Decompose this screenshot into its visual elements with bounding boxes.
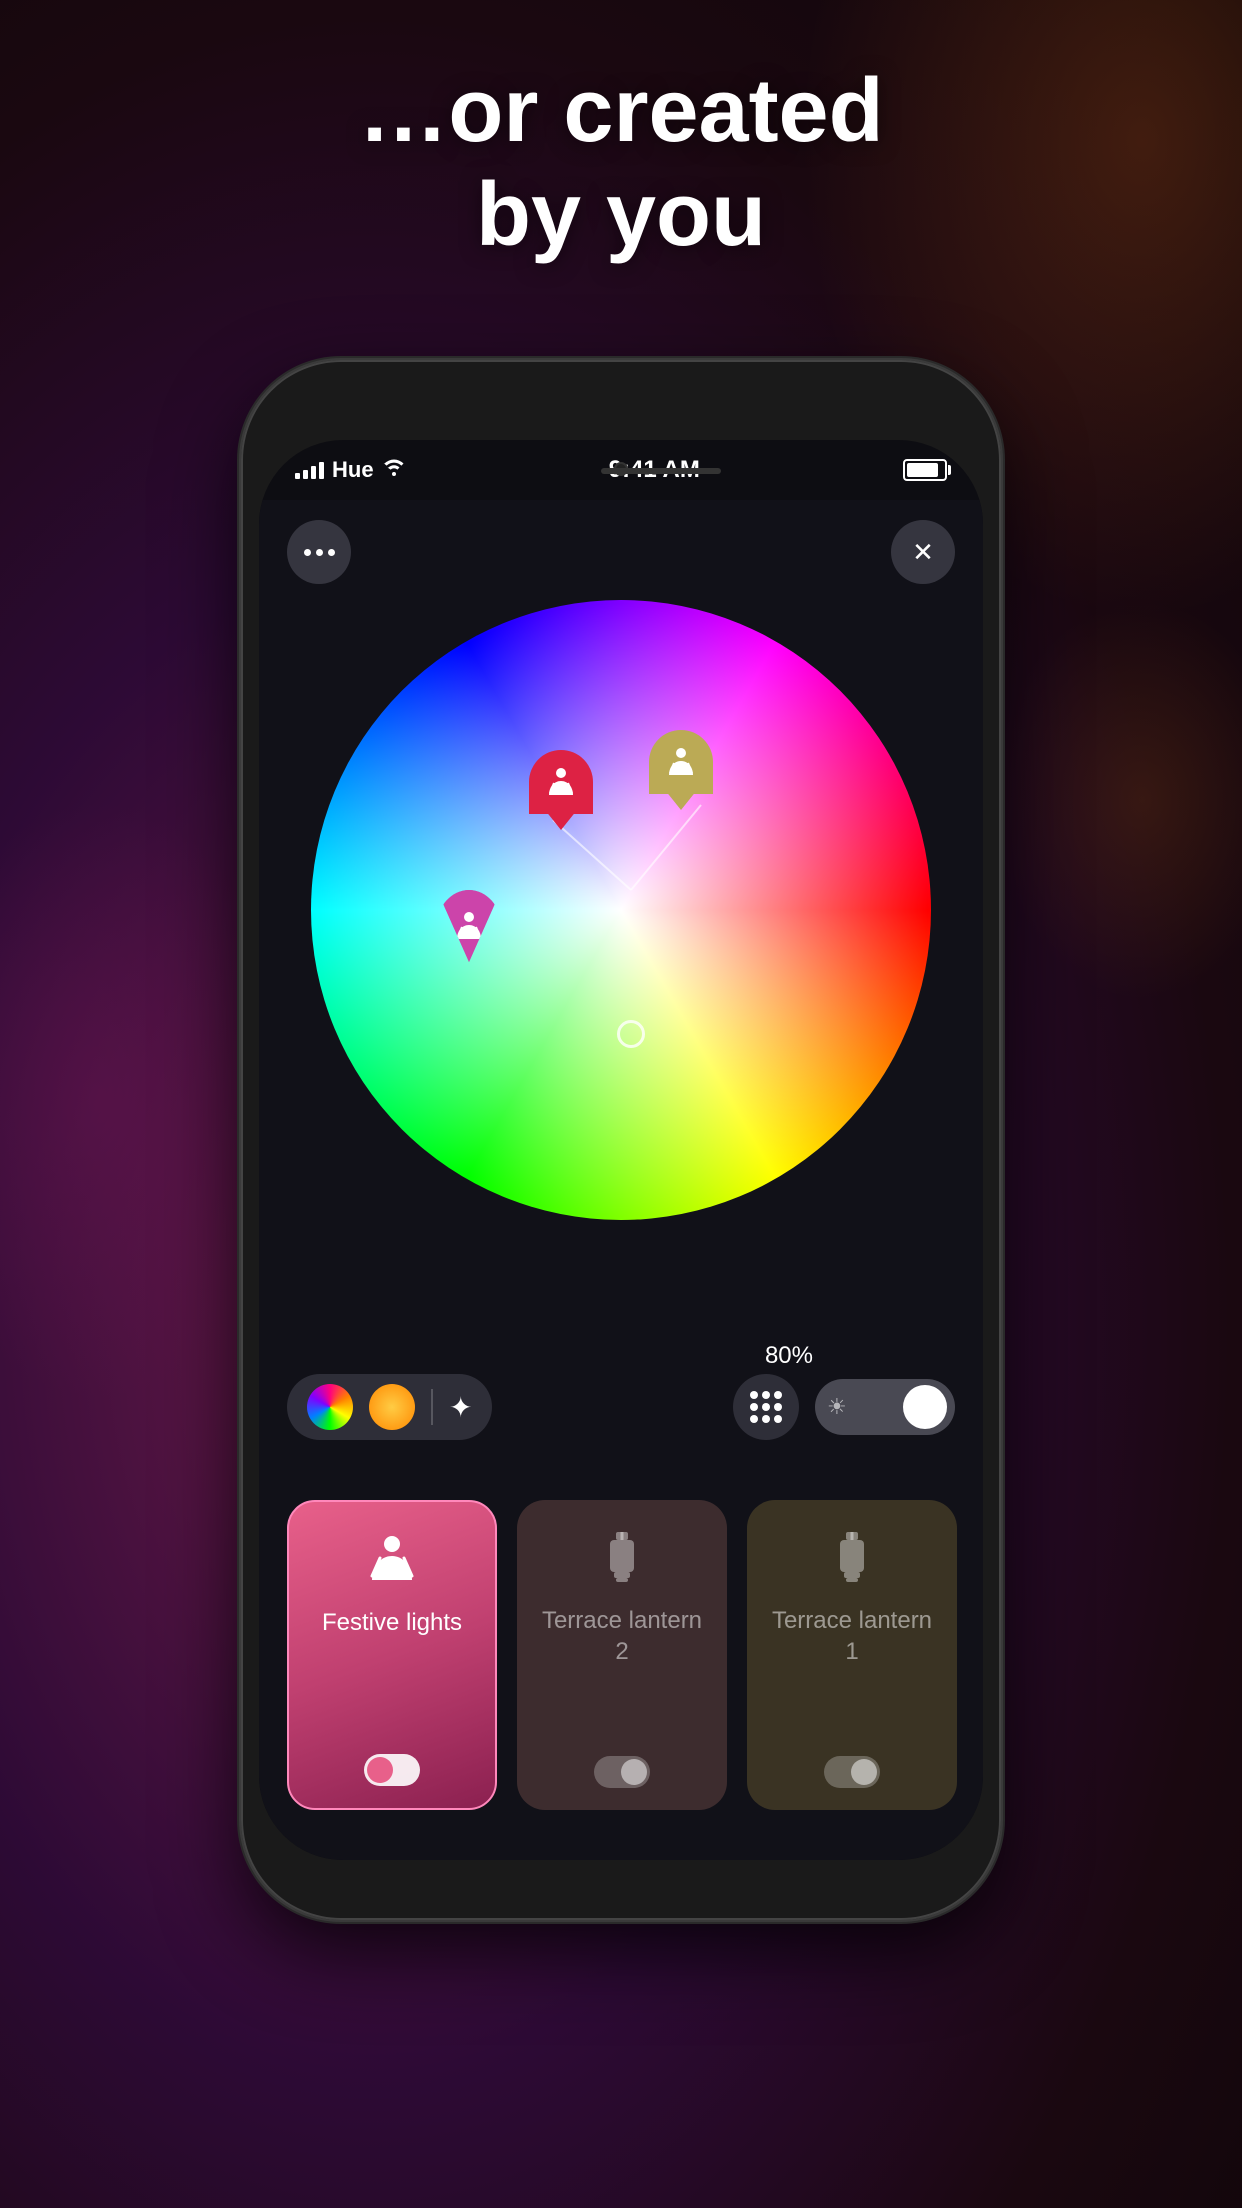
festive-lights-toggle[interactable]	[364, 1754, 420, 1786]
light-cards: Festive lights	[259, 1500, 983, 1810]
grid-dot-7	[750, 1415, 758, 1423]
light-pin-1[interactable]	[437, 890, 501, 962]
right-controls: ☀	[733, 1374, 955, 1440]
signal-bar-1	[295, 473, 300, 479]
person-icon-1	[452, 909, 486, 943]
top-buttons: ✕	[259, 520, 983, 584]
dot1	[304, 549, 311, 556]
signal-bar-2	[303, 470, 308, 479]
light-card-terrace-lantern-1[interactable]: Terrace lantern 1	[747, 1500, 957, 1810]
signal-bars	[295, 461, 324, 479]
more-icon	[304, 549, 335, 556]
toggle-thumb-3	[851, 1759, 877, 1785]
headline-line2: by you	[0, 164, 1242, 268]
signal-bar-3	[311, 466, 316, 479]
grid-dot-9	[774, 1415, 782, 1423]
phone-frame: Hue 9:41 AM	[241, 360, 1001, 1920]
phone-screen: Hue 9:41 AM	[259, 440, 983, 1860]
festive-lights-icon	[362, 1530, 422, 1595]
person-icon-3	[664, 745, 698, 779]
brightness-percent: 80%	[765, 1342, 813, 1370]
status-left: Hue	[295, 457, 406, 483]
wifi-icon	[382, 458, 406, 482]
light-card-terrace-lantern-2[interactable]: Terrace lantern 2	[517, 1500, 727, 1810]
headline: …or created by you	[0, 60, 1242, 267]
color-tools: ✦	[287, 1374, 492, 1440]
connector-ring	[617, 1020, 645, 1048]
color-picker-button[interactable]	[307, 1384, 353, 1430]
light-pin-2[interactable]	[529, 750, 593, 830]
dot3	[328, 549, 335, 556]
battery-icon	[903, 459, 947, 481]
headline-line1: …or created	[0, 60, 1242, 164]
light-pin-3[interactable]	[649, 730, 713, 810]
signal-bar-4	[319, 462, 324, 479]
brightness-slider[interactable]: ☀	[815, 1379, 955, 1435]
close-button[interactable]: ✕	[891, 520, 955, 584]
terrace-lantern-1-icon	[822, 1528, 882, 1593]
color-wheel[interactable]	[311, 600, 931, 1220]
grid-dot-1	[750, 1391, 758, 1399]
scenes-button[interactable]	[733, 1374, 799, 1440]
brightness-icon: ☀	[827, 1394, 847, 1420]
festive-lights-label: Festive lights	[322, 1607, 462, 1638]
app-content: ✕	[259, 500, 983, 1860]
person-icon-2	[544, 765, 578, 799]
toggle-thumb	[367, 1757, 393, 1783]
terrace-lantern-2-icon	[592, 1528, 652, 1593]
dot2	[316, 549, 323, 556]
status-right	[903, 459, 947, 481]
terrace-lantern-1-label: Terrace lantern 1	[763, 1605, 941, 1667]
color-wheel-container[interactable]	[311, 600, 931, 1220]
more-options-button[interactable]	[287, 520, 351, 584]
grid-dot-4	[750, 1403, 758, 1411]
terrace-lantern-2-label: Terrace lantern 2	[533, 1605, 711, 1667]
effects-button[interactable]: ✦	[449, 1391, 472, 1424]
tool-divider	[431, 1389, 433, 1425]
carrier-name: Hue	[332, 457, 374, 483]
brightness-thumb	[903, 1385, 947, 1429]
grid-dot-5	[762, 1403, 770, 1411]
scenes-icon	[750, 1391, 782, 1423]
battery-fill	[907, 463, 938, 477]
toggle-thumb-2	[621, 1759, 647, 1785]
speaker	[601, 468, 721, 474]
grid-dot-3	[774, 1391, 782, 1399]
terrace-lantern-2-toggle[interactable]	[594, 1756, 650, 1788]
warm-color-button[interactable]	[369, 1384, 415, 1430]
grid-dot-6	[774, 1403, 782, 1411]
bottom-controls: ✦	[259, 1374, 983, 1440]
light-card-festive-lights[interactable]: Festive lights	[287, 1500, 497, 1810]
close-icon: ✕	[912, 539, 934, 565]
grid-dot-2	[762, 1391, 770, 1399]
terrace-lantern-1-toggle[interactable]	[824, 1756, 880, 1788]
pin-connector-svg	[311, 600, 931, 1220]
grid-dot-8	[762, 1415, 770, 1423]
